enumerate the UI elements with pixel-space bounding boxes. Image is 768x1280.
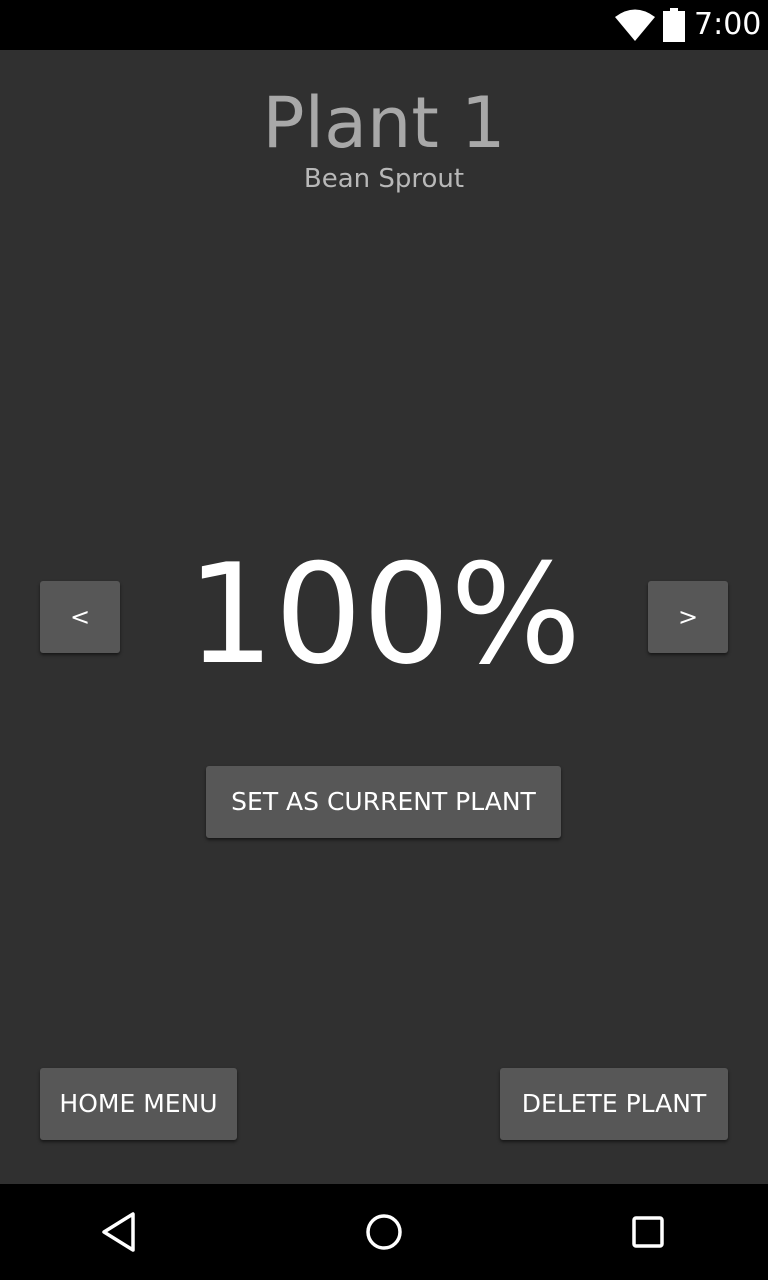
next-plant-button[interactable]: > [648, 581, 728, 653]
previous-plant-button[interactable]: < [40, 581, 120, 653]
wifi-icon [615, 9, 655, 41]
home-icon[interactable] [360, 1208, 408, 1256]
screen: 7:00 Plant 1 Bean Sprout < 100% > SET AS… [0, 0, 768, 1280]
plant-progress-percent: 100% [186, 534, 582, 695]
navigation-bar [0, 1184, 768, 1280]
status-time: 7:00 [694, 7, 762, 42]
recent-apps-icon[interactable] [624, 1208, 672, 1256]
plant-type: Bean Sprout [303, 164, 465, 194]
set-as-current-plant-button[interactable]: SET AS CURRENT PLANT [206, 766, 561, 838]
battery-icon [663, 8, 685, 42]
home-menu-button[interactable]: HOME MENU [40, 1068, 237, 1140]
status-bar: 7:00 [0, 0, 768, 50]
plant-title: Plant 1 [262, 82, 506, 164]
delete-plant-button[interactable]: DELETE PLANT [500, 1068, 728, 1140]
back-icon[interactable] [96, 1208, 144, 1256]
